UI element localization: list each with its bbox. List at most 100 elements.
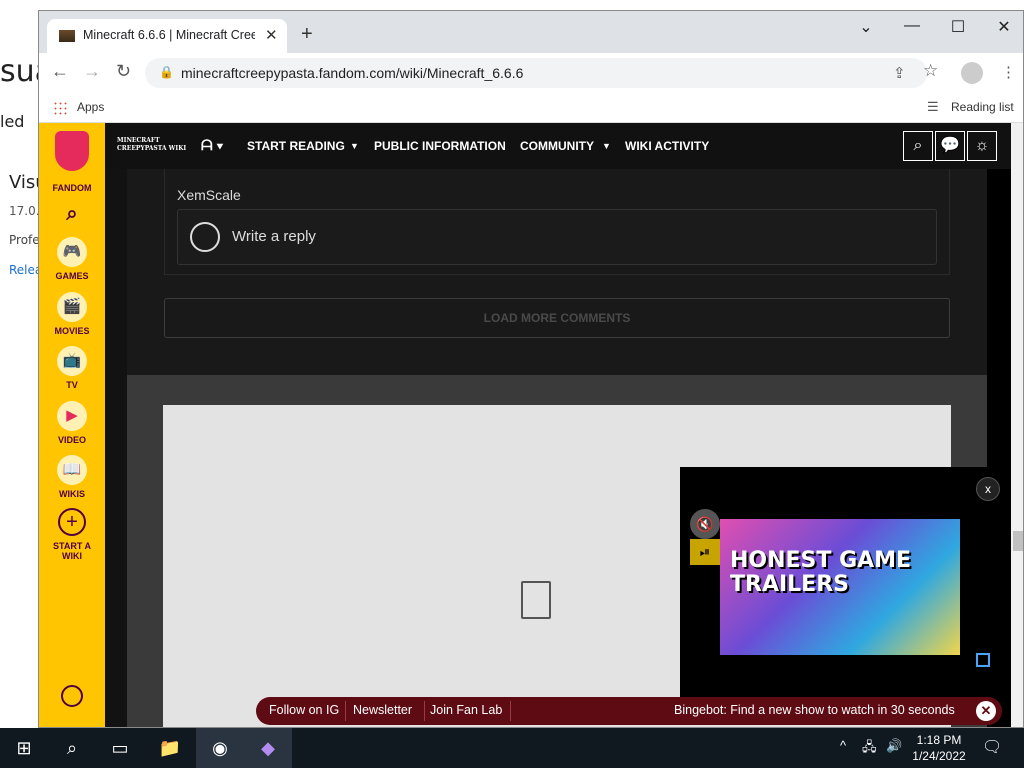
play-pause-icon[interactable]: ⏯ (690, 539, 720, 565)
new-tab-button[interactable]: + (301, 23, 313, 46)
start-icon[interactable]: ⊞ (0, 728, 48, 768)
clock-time: 1:18 PM (916, 733, 962, 747)
bingebot-link[interactable]: Bingebot: Find a new show to watch in 30… (674, 703, 955, 717)
wikis-icon: 📖 (57, 455, 87, 485)
video-thumbnail[interactable]: HONEST GAME TRAILERS (720, 519, 960, 655)
page-scrollbar[interactable] (1011, 123, 1023, 727)
back-icon[interactable]: ← (51, 61, 69, 82)
clock-date: 1/24/2022 (912, 749, 966, 763)
chevron-down-icon: ▼ (350, 141, 359, 151)
close-window-button[interactable]: ✕ (981, 17, 1023, 37)
windows-taskbar: ⊞ ⌕ ▭ 📁 ◉ ◆ ^ 🖧 🔊 1:18 PM 1/24/2022 🗨 (0, 728, 1024, 768)
rail-games[interactable]: 🎮 GAMES (39, 237, 105, 287)
tab-strip: Minecraft 6.6.6 | Minecraft Creepypasta … (39, 11, 1023, 53)
search-icon[interactable]: ⌕ (48, 728, 96, 768)
apps-bookmark[interactable]: Apps (77, 100, 104, 114)
forward-icon[interactable]: → (83, 61, 101, 82)
bg-profile: Profe (9, 233, 40, 247)
tab-search-icon[interactable]: ⌄ (843, 17, 889, 37)
address-bar[interactable]: 🔒 minecraftcreepypasta.fandom.com/wiki/M… (145, 58, 927, 88)
apps-grid-icon (53, 101, 67, 115)
reply-input[interactable]: Write a reply (177, 209, 937, 265)
rail-tv[interactable]: 📺 TV (39, 346, 105, 396)
comments-section: XemScale Write a reply (127, 169, 987, 375)
follow-on-ig-link[interactable]: Follow on IG (269, 703, 339, 717)
join-fan-lab-link[interactable]: Join Fan Lab (430, 703, 502, 717)
lock-icon[interactable]: 🔒 (159, 65, 174, 79)
divider (424, 701, 425, 721)
discussions-icon[interactable]: 💬 (935, 131, 965, 161)
rail-video[interactable]: ▶ VIDEO (39, 401, 105, 451)
divider (510, 701, 511, 721)
close-video-button[interactable]: x (976, 477, 1000, 501)
search-icon[interactable]: ⌕ (39, 203, 105, 226)
task-view-icon[interactable]: ▭ (96, 728, 144, 768)
search-icon[interactable]: ⌕ (903, 131, 933, 161)
profile-icon[interactable] (961, 62, 983, 84)
menu-icon[interactable]: ⋮ (1001, 63, 1016, 81)
notifications-icon[interactable]: 🗨 (982, 737, 1002, 757)
rail-movies-label: MOVIES (54, 326, 90, 336)
rail-start-wiki[interactable]: + START A WIKI (39, 508, 105, 566)
divider (345, 701, 346, 721)
mute-icon[interactable]: 🔇 (690, 509, 720, 539)
bg-version: 17.0. (9, 204, 40, 218)
user-avatar-icon (190, 222, 220, 252)
chrome-icon[interactable]: ◉ (196, 728, 244, 768)
nav-public-information[interactable]: PUBLIC INFORMATION (374, 139, 506, 153)
plus-circle-icon: + (58, 508, 86, 536)
network-icon[interactable]: 🖧 (862, 738, 877, 760)
tv-icon: 📺 (57, 346, 87, 376)
fan-feed-bar: Follow on IG Newsletter Join Fan Lab Bin… (256, 697, 1002, 725)
nav-start-reading[interactable]: START READING (247, 139, 345, 153)
video-icon: ▶ (57, 401, 87, 431)
clock[interactable]: 1:18 PM 1/24/2022 (906, 732, 972, 764)
tab-title: Minecraft 6.6.6 | Minecraft Creepypasta … (83, 28, 255, 42)
web-page: FANDOM ⌕ 🎮 GAMES 🎬 MOVIES 📺 TV ▶ VIDEO 📖… (39, 123, 1023, 727)
load-more-comments-button[interactable]: LOAD MORE COMMENTS (164, 298, 950, 338)
user-account-icon[interactable] (61, 685, 83, 707)
chevron-down-icon: ▼ (602, 141, 611, 151)
games-icon: 🎮 (57, 237, 87, 267)
scrollbar-thumb[interactable] (1013, 531, 1023, 551)
newsletter-link[interactable]: Newsletter (353, 703, 412, 717)
wiki-logo[interactable]: MINECRAFT CREEPYPASTA WIKI (117, 137, 193, 153)
rail-tv-label: TV (66, 380, 78, 390)
wiki-menu-icon[interactable]: ᗩ ▾ (201, 137, 223, 154)
file-explorer-icon[interactable]: 📁 (146, 728, 194, 768)
rail-wikis-label: WIKIS (59, 489, 85, 499)
browser-tab[interactable]: Minecraft 6.6.6 | Minecraft Creepypasta … (47, 19, 287, 53)
visual-studio-installer-icon[interactable]: ◆ (244, 728, 292, 768)
bg-tab-label: led (0, 112, 25, 131)
reading-list-button[interactable]: Reading list (951, 100, 1014, 114)
share-icon[interactable]: ⇪ (893, 64, 906, 82)
fandom-sidebar: FANDOM ⌕ 🎮 GAMES 🎬 MOVIES 📺 TV ▶ VIDEO 📖… (39, 123, 105, 727)
fandom-label[interactable]: FANDOM (39, 183, 105, 193)
nav-community[interactable]: COMMUNITY (520, 139, 594, 153)
rail-start-wiki-label: START A WIKI (53, 541, 91, 561)
video-popup: x 🔇 ⏯ HONEST GAME TRAILERS (680, 467, 1000, 699)
volume-icon[interactable]: 🔊 (886, 738, 902, 754)
nav-wiki-activity[interactable]: WIKI ACTIVITY (625, 139, 709, 153)
movies-icon: 🎬 (57, 292, 87, 322)
theme-toggle-icon[interactable]: ☼ (967, 131, 997, 161)
wiki-navigation: MINECRAFT CREEPYPASTA WIKI ᗩ ▾ START REA… (105, 123, 1023, 169)
reading-list-icon: ☰ (927, 99, 939, 114)
minimize-button[interactable]: — (889, 17, 935, 35)
rail-games-label: GAMES (55, 271, 89, 281)
rail-video-label: VIDEO (57, 435, 86, 445)
tray-chevron-icon[interactable]: ^ (840, 738, 846, 753)
maximize-button[interactable]: ☐ (935, 17, 981, 37)
close-tab-icon[interactable]: ✕ (265, 26, 278, 44)
browser-window: Minecraft 6.6.6 | Minecraft Creepypasta … (38, 10, 1024, 728)
url-text: minecraftcreepypasta.fandom.com/wiki/Min… (181, 65, 524, 81)
reload-icon[interactable]: ↻ (116, 61, 131, 82)
rail-movies[interactable]: 🎬 MOVIES (39, 292, 105, 342)
bookmark-star-icon[interactable]: ☆ (923, 61, 938, 81)
close-bar-icon[interactable]: ✕ (976, 701, 996, 721)
fandom-video-logo-icon (976, 653, 990, 667)
page-side-art (105, 169, 127, 727)
video-thumbnail-title: HONEST GAME TRAILERS (730, 548, 912, 597)
rail-wikis[interactable]: 📖 WIKIS (39, 455, 105, 505)
fandom-logo-icon[interactable] (55, 131, 89, 171)
